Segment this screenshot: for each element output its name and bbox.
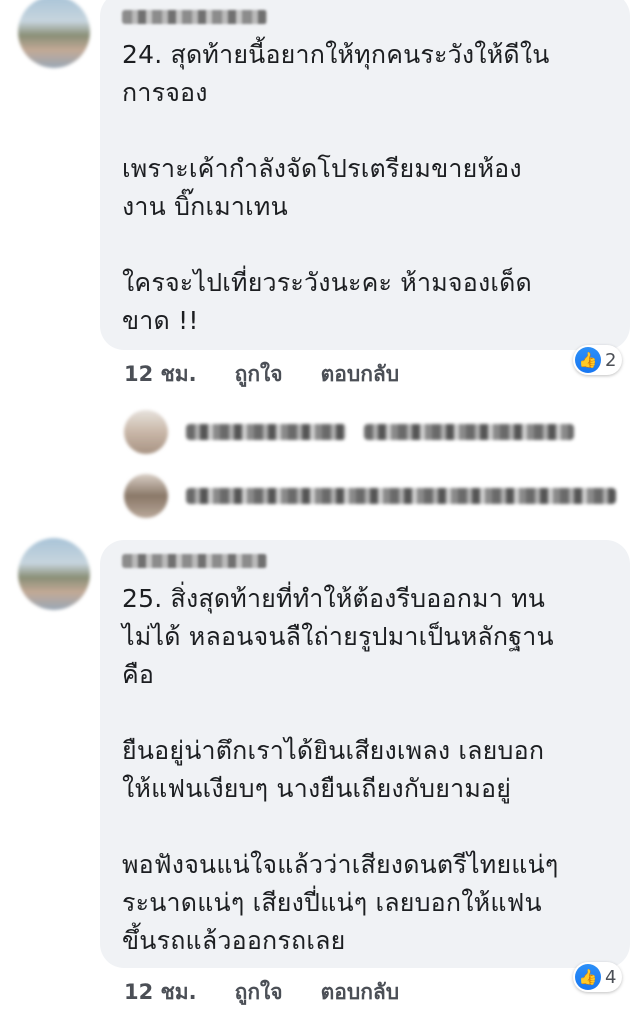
commenter-avatar[interactable] xyxy=(18,538,90,610)
like-button[interactable]: ถูกใจ xyxy=(235,358,283,391)
comment-actions: 12 ชม. ถูกใจ ตอบกลับ xyxy=(124,976,399,1009)
comment-timestamp[interactable]: 12 ชม. xyxy=(124,976,197,1009)
reply-text-blurred xyxy=(364,424,574,440)
reply-item[interactable] xyxy=(124,410,574,454)
reaction-summary[interactable]: 👍 2 xyxy=(573,345,623,375)
reply-button[interactable]: ตอบกลับ xyxy=(321,358,400,391)
commenter-avatar[interactable] xyxy=(18,0,90,68)
commenter-name-blurred[interactable] xyxy=(122,554,267,568)
reply-item[interactable] xyxy=(124,474,616,518)
reply-avatar[interactable] xyxy=(124,474,168,518)
comment-text: 24. สุดท้ายนี้อยากให้ทุกคนระวังให้ดีใน ก… xyxy=(122,40,550,335)
reaction-count: 2 xyxy=(605,349,617,371)
like-button[interactable]: ถูกใจ xyxy=(235,976,283,1009)
comment-bubble: 25. สิ่งสุดท้ายที่ทำให้ต้องรีบออกมา ทน ไ… xyxy=(100,540,630,968)
comment-text: 25. สิ่งสุดท้ายที่ทำให้ต้องรีบออกมา ทน ไ… xyxy=(122,584,559,955)
reply-button[interactable]: ตอบกลับ xyxy=(321,976,400,1009)
reply-text-blurred xyxy=(186,488,616,504)
comment-timestamp[interactable]: 12 ชม. xyxy=(124,358,197,391)
commenter-name-blurred[interactable] xyxy=(122,10,267,24)
reply-avatar[interactable] xyxy=(124,410,168,454)
comment-bubble: 24. สุดท้ายนี้อยากให้ทุกคนระวังให้ดีใน ก… xyxy=(100,0,630,350)
like-thumb-icon: 👍 xyxy=(575,347,601,373)
reply-text-blurred xyxy=(186,424,346,440)
reaction-summary[interactable]: 👍 4 xyxy=(573,962,623,992)
comment-actions: 12 ชม. ถูกใจ ตอบกลับ xyxy=(124,358,399,391)
like-thumb-icon: 👍 xyxy=(575,964,601,990)
reaction-count: 4 xyxy=(605,966,617,988)
